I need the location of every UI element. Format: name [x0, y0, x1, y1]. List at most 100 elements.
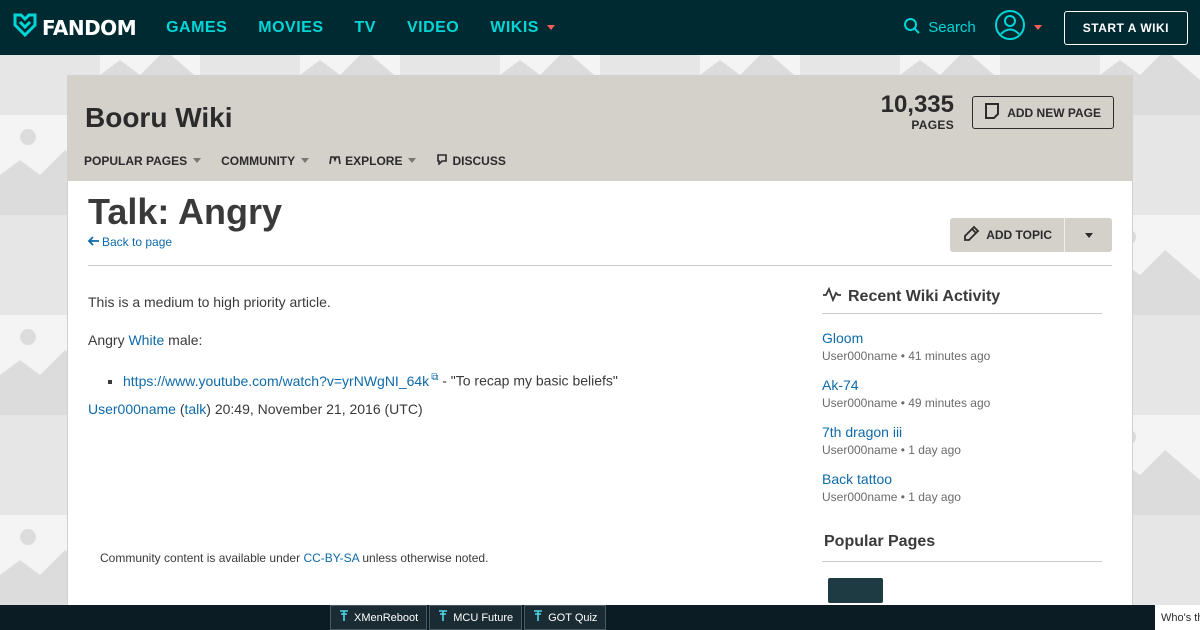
user-menu[interactable]: [994, 9, 1042, 46]
activity-meta: User000name • 41 minutes ago: [822, 349, 991, 363]
nav-link-label: GAMES: [166, 18, 228, 36]
fandom-logo-text: FANDOM: [42, 15, 137, 40]
nav-link-label: TV: [354, 18, 376, 36]
activity-title[interactable]: Back tattoo: [822, 471, 1102, 488]
chevron-down-icon: [546, 25, 555, 30]
add-topic-dropdown[interactable]: [1064, 218, 1112, 252]
global-nav-right: Search START A WIKI: [903, 0, 1188, 55]
arrow-left-icon: [87, 235, 102, 249]
text: Community content is available under: [100, 551, 304, 565]
text: - "To recap my basic beliefs": [438, 372, 618, 389]
chevron-down-icon: [408, 158, 417, 163]
tab-discuss[interactable]: DISCUSS: [436, 153, 506, 168]
fandom-logo[interactable]: FANDOM: [11, 11, 137, 44]
tab-community[interactable]: COMMUNITY: [221, 153, 310, 168]
article-content: This is a medium to high priority articl…: [88, 292, 788, 437]
fandom-heart-icon: [11, 11, 39, 44]
nav-link-video[interactable]: VIDEO: [407, 19, 459, 37]
wiki-container: Booru Wiki 10,335 PAGES ADD NEW PAGE POP…: [67, 75, 1133, 630]
nav-link-wikis[interactable]: WIKIS: [490, 19, 555, 37]
list-item: https://www.youtube.com/watch?v=yrNWgNI_…: [123, 368, 788, 391]
bottom-link-xmenreboot[interactable]: XMenReboot: [330, 605, 428, 630]
activity-item: Back tattoo User000name • 1 day ago: [822, 471, 1102, 505]
discuss-icon: [436, 153, 452, 168]
bottom-link-got-quiz[interactable]: GOT Quiz: [524, 605, 607, 630]
reference-list: https://www.youtube.com/watch?v=yrNWgNI_…: [123, 368, 788, 391]
new-page-icon: [985, 103, 1007, 122]
chevron-down-icon: [301, 158, 310, 163]
wiki-name[interactable]: Booru Wiki: [85, 102, 233, 134]
talk-link[interactable]: talk: [185, 401, 207, 417]
popular-page-thumbnail[interactable]: [828, 578, 883, 603]
page-header: Talk: Angry Back to page ADD TOPIC: [87, 191, 1112, 266]
bottom-link-mcu-future[interactable]: MCU Future: [429, 605, 523, 630]
global-nav-links: GAMES MOVIES TV VIDEO WIKIS: [166, 19, 586, 37]
chevron-down-icon: [1084, 232, 1093, 238]
tab-label: COMMUNITY: [221, 153, 296, 168]
popular-pages-heading: Popular Pages: [822, 533, 1102, 562]
add-new-page-button[interactable]: ADD NEW PAGE: [972, 96, 1114, 129]
text: Angry: [88, 332, 129, 348]
add-topic-label: ADD TOPIC: [986, 228, 1052, 242]
text: (: [175, 400, 185, 417]
tab-label: EXPLORE: [345, 153, 403, 168]
bottom-promo-text[interactable]: Who's th: [1155, 605, 1200, 630]
chevron-down-icon: [193, 158, 202, 163]
search-icon: [903, 17, 928, 39]
nav-link-movies[interactable]: MOVIES: [258, 19, 323, 37]
activity-meta: User000name • 1 day ago: [822, 443, 961, 457]
white-link[interactable]: White: [128, 332, 164, 348]
user-avatar-icon: [994, 9, 1026, 46]
activity-icon: [822, 286, 848, 307]
nav-link-label: VIDEO: [406, 18, 460, 36]
article-line: Angry White male:: [88, 330, 788, 350]
add-new-page-label: ADD NEW PAGE: [1007, 105, 1101, 120]
bottom-link-label: XMenReboot: [354, 611, 419, 624]
add-topic-group: ADD TOPIC: [950, 218, 1112, 252]
start-a-wiki-button[interactable]: START A WIKI: [1063, 10, 1188, 45]
bottom-link-label: GOT Quiz: [548, 611, 598, 624]
activity-list: Gloom User000name • 41 minutes ago Ak-74…: [822, 330, 1102, 505]
add-topic-button[interactable]: ADD TOPIC: [950, 218, 1064, 252]
signature: User000name (talk) 20:49, November 21, 2…: [88, 399, 788, 419]
priority-text: This is a medium to high priority articl…: [88, 294, 331, 310]
explore-icon: [329, 154, 345, 168]
text: unless otherwise noted.: [359, 551, 489, 565]
tab-label: POPULAR PAGES: [84, 153, 188, 168]
page-count-value: 10,335: [880, 91, 954, 118]
license-link[interactable]: CC-BY-SA: [303, 551, 359, 565]
timestamp: ) 20:49, November 21, 2016 (UTC): [206, 400, 423, 417]
activity-meta: User000name • 49 minutes ago: [822, 396, 991, 410]
nav-link-label: WIKIS: [490, 18, 539, 36]
activity-item: 7th dragon iii User000name • 1 day ago: [822, 424, 1102, 458]
nav-link-tv[interactable]: TV: [355, 19, 376, 37]
pin-icon: [438, 610, 453, 625]
chevron-down-icon: [1033, 25, 1042, 30]
activity-meta: User000name • 1 day ago: [822, 490, 961, 504]
activity-title[interactable]: Ak-74: [822, 377, 1102, 394]
wiki-navigation: POPULAR PAGES COMMUNITY EXPLORE DISCUSS: [84, 153, 526, 168]
bottom-toolbar: XMenReboot MCU Future GOT Quiz Who's th: [0, 605, 1200, 630]
tab-explore[interactable]: EXPLORE: [329, 153, 417, 168]
pencil-icon: [962, 225, 986, 246]
nav-link-games[interactable]: GAMES: [166, 19, 227, 37]
activity-item: Gloom User000name • 41 minutes ago: [822, 330, 1102, 364]
community-header: Booru Wiki 10,335 PAGES ADD NEW PAGE POP…: [68, 76, 1132, 181]
youtube-link[interactable]: https://www.youtube.com/watch?v=yrNWgNI_…: [123, 372, 438, 389]
text: male:: [164, 332, 203, 348]
back-link-label: Back to page: [102, 235, 173, 249]
bottom-link-label: MCU Future: [453, 611, 514, 624]
activity-title[interactable]: 7th dragon iii: [822, 424, 1102, 441]
global-navigation: FANDOM GAMES MOVIES TV VIDEO WIKIS Searc…: [0, 0, 1200, 55]
user-link[interactable]: User000name: [88, 401, 176, 417]
heading-text: Recent Wiki Activity: [848, 287, 1001, 305]
bottom-links: XMenReboot MCU Future GOT Quiz: [330, 605, 608, 630]
pin-icon: [533, 610, 548, 625]
search-button[interactable]: Search: [903, 17, 976, 39]
page-count-label: PAGES: [911, 118, 954, 132]
tab-popular-pages[interactable]: POPULAR PAGES: [84, 153, 202, 168]
right-rail: Recent Wiki Activity Gloom User000name •…: [822, 286, 1102, 603]
activity-title[interactable]: Gloom: [822, 330, 1102, 347]
license-notice: Community content is available under CC-…: [100, 551, 488, 565]
search-label: Search: [928, 19, 976, 36]
